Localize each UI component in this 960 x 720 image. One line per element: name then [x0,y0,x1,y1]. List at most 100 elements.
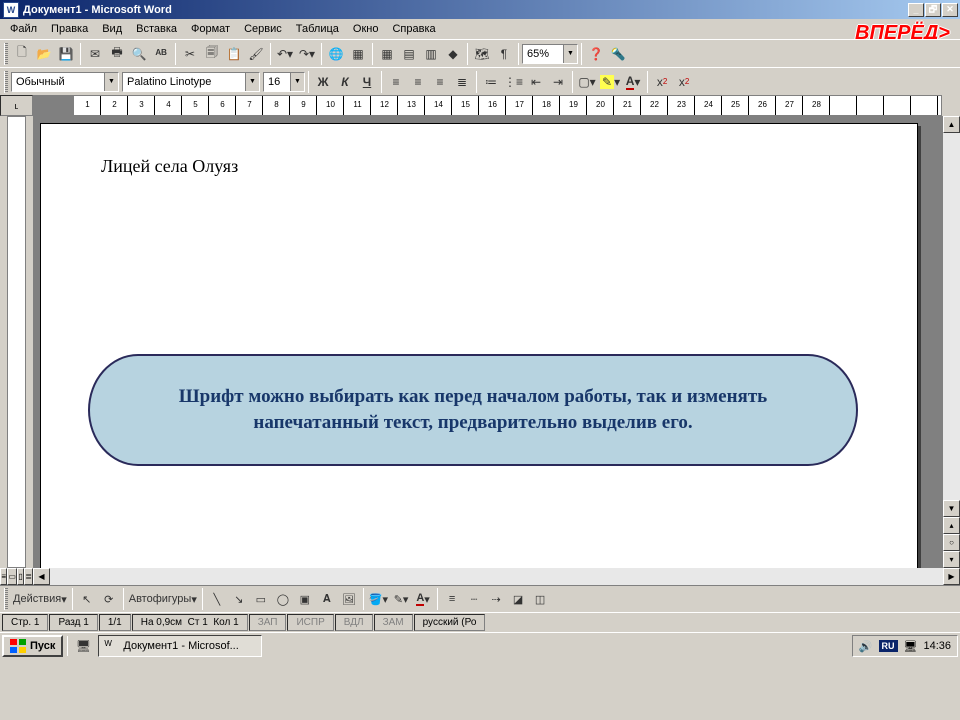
subscript-button[interactable]: x2 [673,71,695,93]
copy-icon[interactable]: 🗐 [201,43,223,65]
rotate-icon[interactable]: ⟳ [98,588,120,610]
help-icon[interactable]: ❓ [585,43,607,65]
fill-color-icon[interactable]: 🪣▾ [367,588,390,610]
horizontal-scrollbar[interactable]: ◀ ▶ [33,568,960,585]
scroll-track[interactable] [943,133,960,500]
rectangle-icon[interactable]: ▭ [250,588,272,610]
show-marks-icon[interactable]: ¶ [493,43,515,65]
page[interactable]: Лицей села Олуяз [40,123,918,568]
tab-selector[interactable]: ʟ [0,95,33,116]
volume-icon[interactable]: 🔊 [859,640,873,653]
status-language[interactable]: русский (Ро [414,614,486,631]
toolbar-grip[interactable] [4,71,8,93]
menu-insert[interactable]: Вставка [130,21,183,37]
font-color-icon[interactable]: A▾ [622,71,644,93]
dash-style-icon[interactable]: ┄ [463,588,485,610]
clock[interactable]: 14:36 [923,640,951,652]
quicklaunch-icon[interactable]: 🖥 [72,635,94,657]
cut-icon[interactable]: ✂ [179,43,201,65]
excel-icon[interactable]: ▤ [398,43,420,65]
borders-icon[interactable]: ▢▾ [576,71,598,93]
columns-icon[interactable]: ▥ [420,43,442,65]
redo-icon[interactable]: ↷▾ [296,43,318,65]
italic-button[interactable]: К [334,71,356,93]
wordart-icon[interactable]: 𝐀 [316,588,338,610]
highlight-icon[interactable]: ✎▾ [598,71,622,93]
menu-file[interactable]: Файл [4,21,43,37]
normal-view-icon[interactable]: ≡ [0,568,7,585]
shadow-icon[interactable]: ◪ [507,588,529,610]
print-preview-icon[interactable]: 🔍 [128,43,150,65]
menu-edit[interactable]: Правка [45,21,94,37]
superscript-button[interactable]: x2 [651,71,673,93]
hyperlink-icon[interactable]: 🌐 [325,43,347,65]
spellcheck-icon[interactable]: ᴬᴮ [150,43,172,65]
actions-menu[interactable]: Действия ▾ [11,588,69,610]
font-color-draw-icon[interactable]: A▾ [412,588,434,610]
print-icon[interactable]: 🖶 [106,43,128,65]
scroll-up-icon[interactable]: ▲ [943,116,960,133]
arrow-style-icon[interactable]: ⇢ [485,588,507,610]
align-center-icon[interactable]: ≡ [407,71,429,93]
tables-borders-icon[interactable]: ▦ [347,43,369,65]
status-rec[interactable]: ЗАП [249,614,287,631]
vertical-scrollbar[interactable]: ▲ ▼ ▴ ○ ▾ [942,116,960,568]
status-ext[interactable]: ВДЛ [335,614,373,631]
status-trk[interactable]: ИСПР [287,614,333,631]
menu-view[interactable]: Вид [96,21,128,37]
open-icon[interactable]: 📂 [33,43,55,65]
decrease-indent-icon[interactable]: ⇤ [525,71,547,93]
align-left-icon[interactable]: ≡ [385,71,407,93]
menu-window[interactable]: Окно [347,21,385,37]
undo-icon[interactable]: ↶▾ [274,43,296,65]
line-color-icon[interactable]: ✎▾ [390,588,412,610]
save-icon[interactable]: 💾 [55,43,77,65]
doc-map-icon[interactable]: 🗺 [471,43,493,65]
scroll-left-icon[interactable]: ◀ [33,568,50,585]
3d-icon[interactable]: ◫ [529,588,551,610]
oval-icon[interactable]: ◯ [272,588,294,610]
find-icon[interactable]: 🔦 [607,43,629,65]
line-style-icon[interactable]: ≡ [441,588,463,610]
style-combo[interactable]: Обычный▼ [11,72,119,92]
numbered-list-icon[interactable]: ≔ [480,71,502,93]
insert-table-icon[interactable]: ▦ [376,43,398,65]
close-button[interactable]: ✕ [942,3,958,17]
bold-button[interactable]: Ж [312,71,334,93]
system-tray[interactable]: 🔊 RU 🖥 14:36 [852,635,958,657]
menu-table[interactable]: Таблица [290,21,345,37]
toolbar-grip[interactable] [4,43,8,65]
vertical-ruler[interactable] [0,116,33,568]
select-objects-icon[interactable]: ↖ [76,588,98,610]
horizontal-ruler[interactable]: 1234567891011121314151617181920212223242… [33,95,942,116]
tray-icon[interactable]: 🖥 [904,640,918,653]
print-view-icon[interactable]: ▯ [17,568,24,585]
taskbar-task-word[interactable]: W Документ1 - Microsof... [98,635,262,657]
clipart-icon[interactable]: 🖼 [338,588,360,610]
align-justify-icon[interactable]: ≣ [451,71,473,93]
textbox-icon[interactable]: ▣ [294,588,316,610]
increase-indent-icon[interactable]: ⇥ [547,71,569,93]
chevron-down-icon[interactable]: ▼ [104,73,118,91]
align-right-icon[interactable]: ≡ [429,71,451,93]
new-doc-icon[interactable]: 🗋 [11,43,33,65]
toolbar-grip[interactable] [4,588,8,610]
underline-button[interactable]: Ч [356,71,378,93]
input-lang-indicator[interactable]: RU [879,640,898,652]
start-button[interactable]: Пуск [2,635,63,657]
paste-icon[interactable]: 📋 [223,43,245,65]
next-page-icon[interactable]: ▾ [943,551,960,568]
web-view-icon[interactable]: ▭ [7,568,17,585]
zoom-combo[interactable]: 65%▼ [522,44,578,64]
autoshapes-menu[interactable]: Автофигуры ▾ [127,588,199,610]
minimize-button[interactable]: _ [908,3,924,17]
scroll-down-icon[interactable]: ▼ [943,500,960,517]
line-icon[interactable]: ╲ [206,588,228,610]
menu-tools[interactable]: Сервис [238,21,288,37]
font-combo[interactable]: Palatino Linotype▼ [122,72,260,92]
document-viewport[interactable]: Лицей села Олуяз [33,116,942,568]
browse-object-icon[interactable]: ○ [943,534,960,551]
hscroll-track[interactable] [50,568,943,585]
scroll-right-icon[interactable]: ▶ [943,568,960,585]
font-size-combo[interactable]: 16▼ [263,72,305,92]
